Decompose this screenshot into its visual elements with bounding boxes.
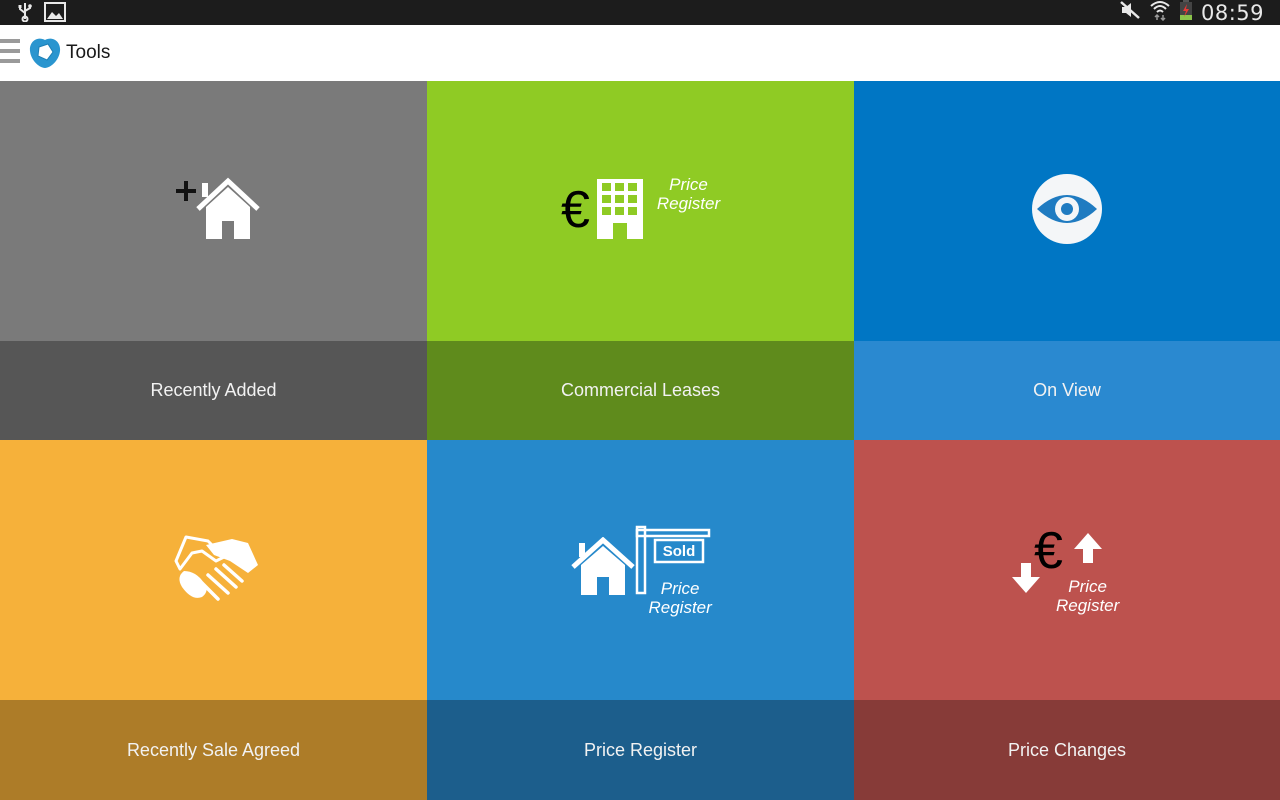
battery-icon bbox=[1179, 0, 1193, 26]
tile-art bbox=[0, 440, 427, 700]
page-title: Tools bbox=[66, 42, 111, 63]
tile-commercial-leases[interactable]: € Price Register Commercial Leases bbox=[427, 81, 854, 440]
wifi-icon bbox=[1149, 0, 1171, 26]
tile-art bbox=[854, 81, 1280, 341]
eye-icon bbox=[1031, 173, 1103, 250]
arrow-up-icon bbox=[1074, 533, 1102, 568]
tools-grid: Recently Added € Price Register Commerci… bbox=[0, 81, 1280, 800]
euro-icon: € bbox=[1034, 522, 1063, 580]
tile-art: € Price Register bbox=[854, 440, 1280, 700]
tile-label: Commercial Leases bbox=[427, 341, 854, 440]
house-icon bbox=[570, 536, 635, 602]
tile-art: € Price Register bbox=[427, 81, 854, 341]
price-register-text: Price Register bbox=[656, 175, 721, 213]
tile-recently-sale-agreed[interactable]: Recently Sale Agreed bbox=[0, 440, 427, 800]
euro-building-icon: € bbox=[561, 177, 651, 246]
add-house-icon bbox=[168, 177, 260, 246]
tile-price-changes[interactable]: € Price Register Price Changes bbox=[854, 440, 1280, 800]
handshake-icon bbox=[168, 531, 260, 610]
price-register-text: Price Register bbox=[648, 579, 712, 617]
tile-label: Recently Sale Agreed bbox=[0, 700, 427, 800]
tile-on-view[interactable]: On View bbox=[854, 81, 1280, 440]
mute-icon bbox=[1119, 0, 1141, 25]
tile-label: Recently Added bbox=[0, 341, 427, 440]
action-bar: Tools bbox=[0, 25, 1280, 81]
svg-text:€: € bbox=[561, 181, 590, 239]
sold-text: Sold bbox=[662, 543, 695, 560]
price-register-text: Price Register bbox=[1056, 577, 1120, 615]
tile-price-register[interactable]: Sold Price Register Price Register bbox=[427, 440, 854, 800]
tile-recently-added[interactable]: Recently Added bbox=[0, 81, 427, 440]
tile-label: Price Register bbox=[427, 700, 854, 800]
usb-icon bbox=[16, 2, 34, 27]
tile-art: Sold Price Register bbox=[427, 440, 854, 700]
image-icon bbox=[44, 2, 66, 27]
clock: 08:59 bbox=[1200, 0, 1264, 25]
tile-label: On View bbox=[854, 341, 1280, 440]
tile-label: Price Changes bbox=[854, 700, 1280, 800]
status-bar: 08:59 bbox=[0, 0, 1280, 25]
app-logo-icon[interactable] bbox=[28, 37, 62, 69]
hamburger-icon[interactable] bbox=[0, 39, 20, 69]
tile-art bbox=[0, 81, 427, 341]
